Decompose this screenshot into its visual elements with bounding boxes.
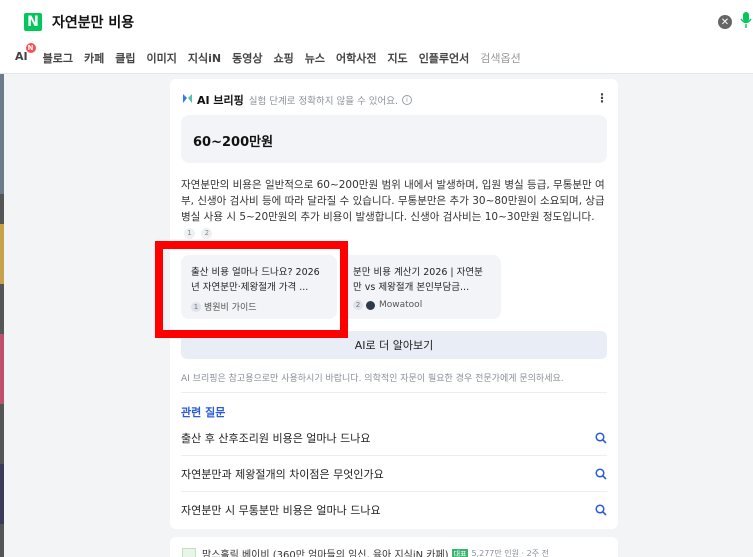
background-window-edge: [0, 74, 4, 557]
tab-cafe[interactable]: 카페: [84, 50, 104, 66]
divider: [181, 392, 607, 393]
tab-kin[interactable]: 지식iN: [188, 50, 221, 66]
search-icon: [595, 468, 607, 480]
ai-sparkle-icon: [182, 93, 193, 107]
tab-map[interactable]: 지도: [387, 50, 407, 66]
related-question-item[interactable]: 자연분만 시 무통분만 비용은 얼마나 드나요: [181, 492, 607, 528]
briefing-header: AI 브리핑 실험 단계로 정확하지 않을 수 있어요. i: [182, 92, 413, 108]
related-questions-title: 관련 질문: [181, 406, 226, 419]
clear-icon[interactable]: ✕: [718, 15, 732, 29]
new-badge: N: [25, 43, 36, 53]
source-title: 분만 비용 계산기 2026 | 자연분만 vs 제왕절개 본인부담금...: [353, 267, 483, 293]
tab-ai[interactable]: AI N: [15, 43, 36, 66]
related-question-item[interactable]: 출산 후 산후조리원 비용은 얼마나 드나요: [181, 420, 607, 456]
citation-2[interactable]: 2: [201, 227, 213, 239]
citation-1[interactable]: 1: [184, 227, 195, 239]
tab-blog[interactable]: 블로그: [43, 50, 73, 66]
search-icon: [595, 432, 607, 444]
tab-shopping[interactable]: 쇼핑: [273, 50, 293, 66]
tab-influencer[interactable]: 인플루언서: [419, 50, 470, 66]
cafe-thumbnail-icon: [182, 547, 196, 557]
tab-news[interactable]: 뉴스: [305, 50, 325, 66]
briefing-title: AI 브리핑: [197, 94, 244, 107]
next-result-title[interactable]: 맘스홀릭 베이비 (360만 엄마들의 임신, 육아 지식iN 카페): [202, 546, 449, 557]
next-result-badge: 대표: [451, 548, 469, 557]
search-header: N 자연분만 비용 ✕ AI N 블로그 카페 클립 이미지 지식iN 동영상 …: [0, 0, 753, 74]
more-options-icon[interactable]: ⋮: [596, 91, 608, 105]
search-query[interactable]: 자연분만 비용: [52, 12, 134, 32]
briefing-answer: 60~200만원: [181, 115, 607, 163]
highlight-box: [155, 241, 348, 338]
briefing-disclaimer: AI 브리핑은 참고용으로만 사용하시기 바랍니다. 의학적인 자문이 필요한 …: [181, 374, 564, 384]
next-result-card: 맘스홀릭 베이비 (360만 엄마들의 임신, 육아 지식iN 카페) 대표 5…: [170, 537, 618, 557]
tab-clip[interactable]: 클립: [115, 50, 135, 66]
search-icon: [595, 504, 607, 516]
source-card-2[interactable]: 분만 비용 계산기 2026 | 자연분만 vs 제왕절개 본인부담금... 2…: [343, 255, 501, 319]
info-icon[interactable]: i: [402, 95, 413, 105]
tab-search-options[interactable]: 검색옵션: [480, 50, 520, 66]
briefing-note: 실험 단계로 정확하지 않을 수 있어요.: [248, 96, 399, 107]
related-question-item[interactable]: 자연분만과 제왕절개의 차이점은 무엇인가요: [181, 456, 607, 492]
search-tabs: AI N 블로그 카페 클립 이미지 지식iN 동영상 쇼핑 뉴스 어학사전 지…: [15, 43, 532, 66]
source-site: Mowatool: [379, 300, 423, 310]
search-box[interactable]: N 자연분만 비용 ✕: [10, 6, 753, 38]
naver-logo[interactable]: N: [24, 13, 42, 31]
tab-dictionary[interactable]: 어학사전: [336, 50, 376, 66]
briefing-summary: 자연분만의 비용은 일반적으로 60~200만원 범위 내에서 발생하며, 입원…: [181, 179, 605, 239]
site-logo-icon: [366, 300, 375, 310]
tab-image[interactable]: 이미지: [146, 50, 176, 66]
source-number: 2: [353, 300, 363, 310]
tab-video[interactable]: 동영상: [232, 50, 262, 66]
voice-search-icon[interactable]: [740, 12, 753, 30]
next-result-meta: 5,277만 인원 · 2주 전: [471, 549, 549, 557]
